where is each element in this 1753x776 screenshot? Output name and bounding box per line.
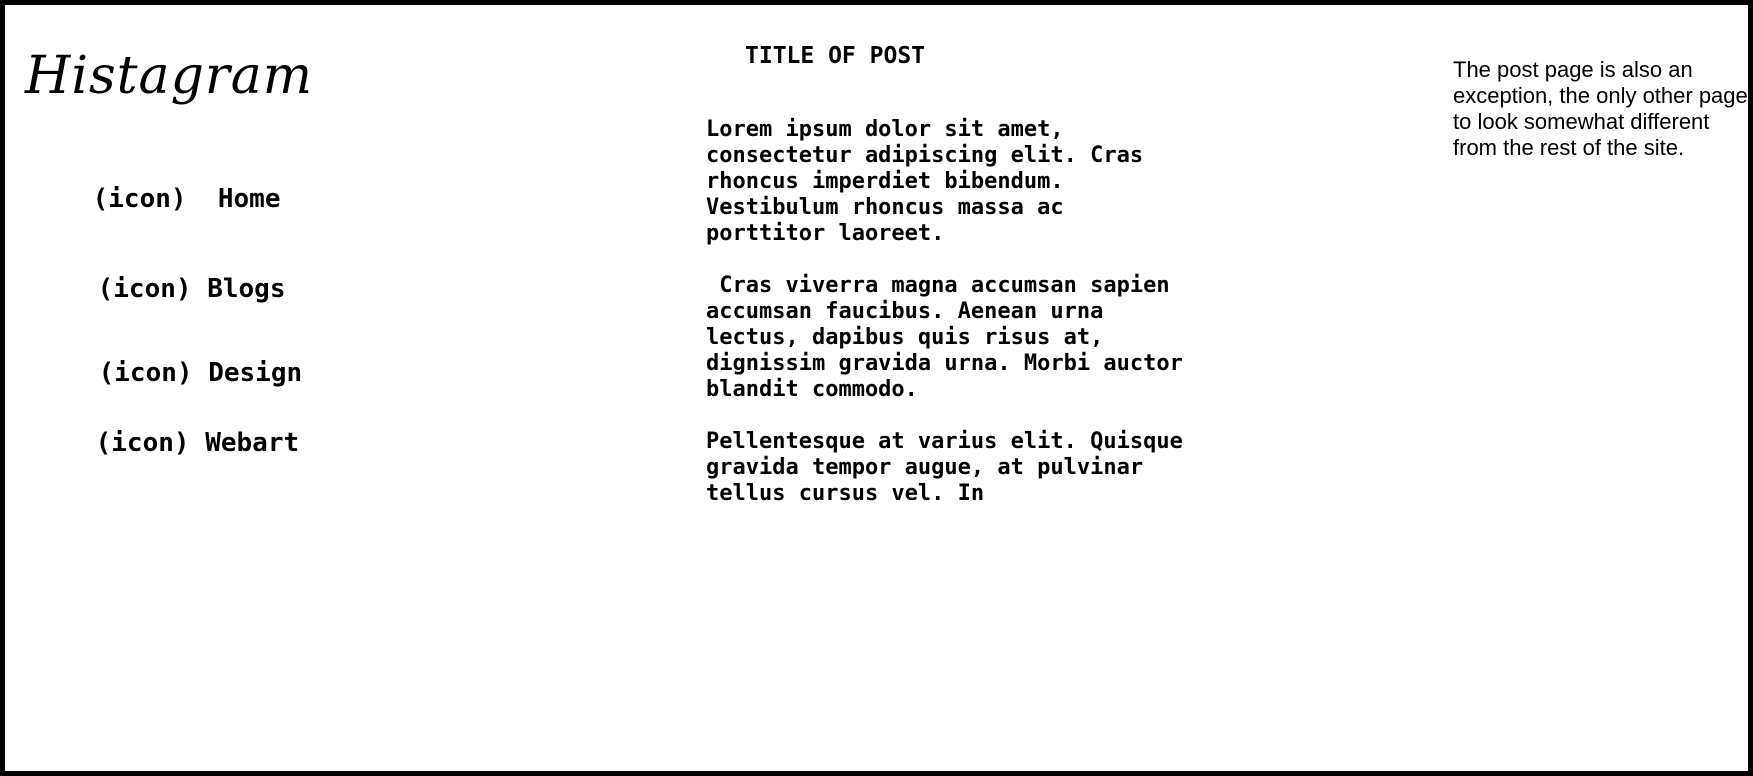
design-icon-placeholder: (icon)	[98, 358, 193, 388]
post-paragraph: Cras viverra magna accumsan sapien accum…	[706, 273, 1183, 402]
page-frame: Histagram (icon) Home (icon) Blogs (icon…	[0, 0, 1753, 776]
post-paragraph: Pellentesque at varius elit. Quisque gra…	[706, 429, 1183, 506]
nav-item-label: Blogs	[207, 274, 286, 304]
nav-item-label: Webart	[205, 428, 300, 458]
blogs-icon-placeholder: (icon)	[97, 274, 192, 304]
home-icon-placeholder: (icon)	[92, 184, 187, 214]
nav-item-webart[interactable]: (icon) Webart	[33, 395, 300, 491]
nav-item-label: Design	[208, 358, 303, 388]
nav-item-home[interactable]: (icon) Home	[30, 151, 281, 247]
post-body: Lorem ipsum dolor sit amet, consectetur …	[706, 117, 1226, 533]
nav-item-blogs[interactable]: (icon) Blogs	[35, 241, 286, 337]
sidebar-note: The post page is also an exception, the …	[1453, 57, 1748, 160]
nav-item-label: Home	[217, 184, 281, 214]
webart-icon-placeholder: (icon)	[95, 428, 190, 458]
site-logo[interactable]: Histagram	[25, 41, 313, 111]
post-paragraph: Lorem ipsum dolor sit amet, consectetur …	[706, 117, 1144, 246]
post-title: TITLE OF POST	[745, 43, 926, 69]
